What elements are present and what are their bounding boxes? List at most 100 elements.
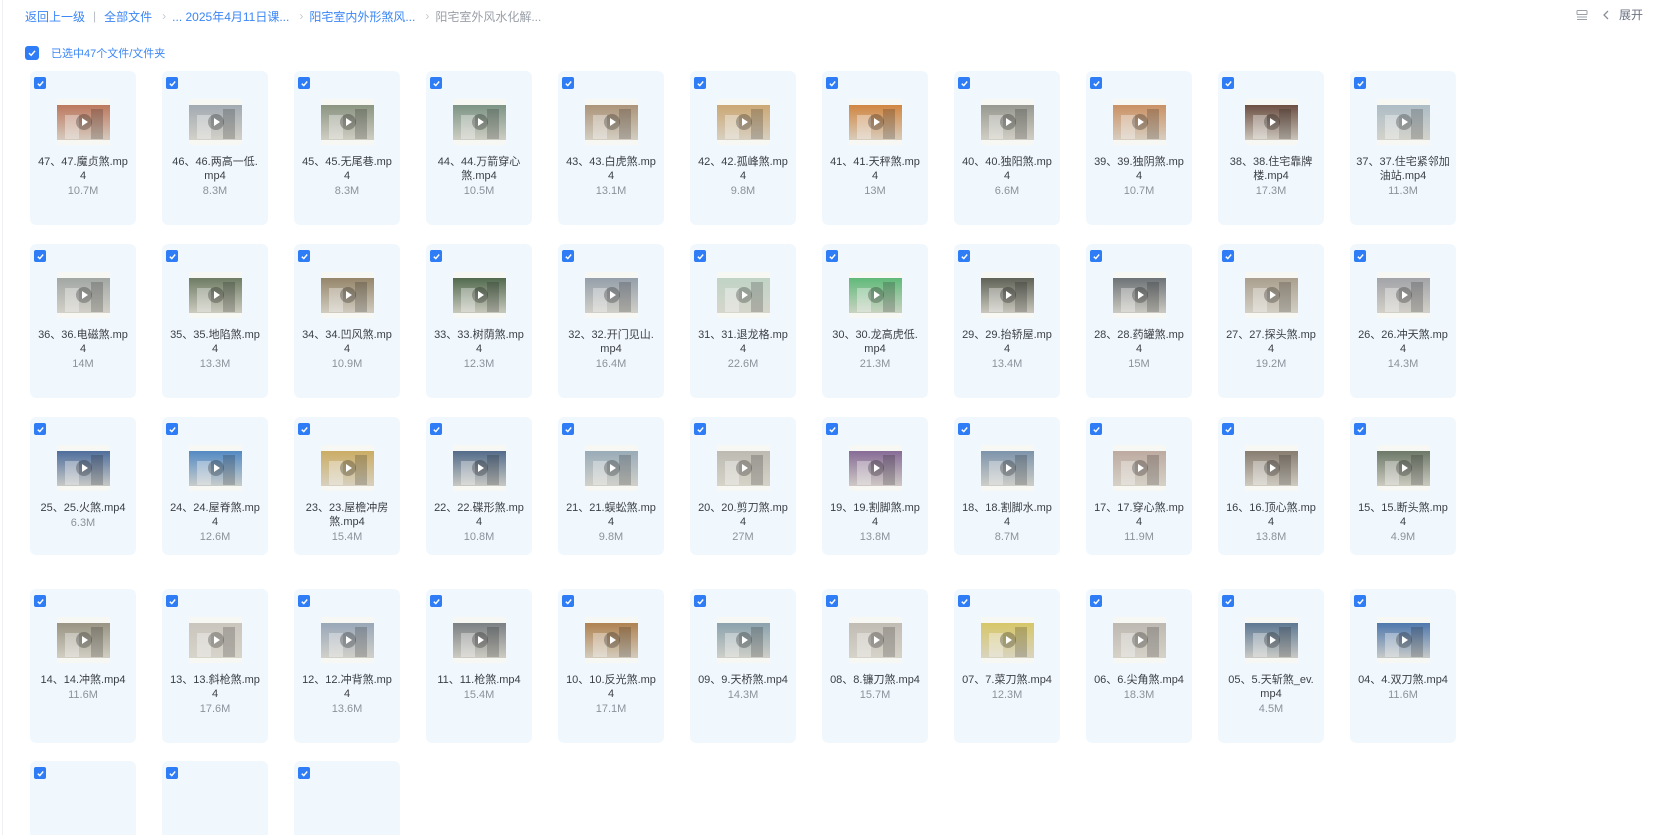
file-checkbox[interactable] <box>958 77 970 89</box>
file-checkbox[interactable] <box>958 595 970 607</box>
file-card[interactable]: 12、12.冲背煞.mp4 13.6M <box>294 589 400 743</box>
file-card[interactable]: 21、21.蜈蚣煞.mp4 9.8M <box>558 417 664 555</box>
file-card[interactable]: 05、5.天斩煞_ev.mp4 4.5M <box>1218 589 1324 743</box>
file-checkbox[interactable] <box>166 423 178 435</box>
file-card[interactable]: 04、4.双刀煞.mp4 11.6M <box>1350 589 1456 743</box>
file-checkbox[interactable] <box>562 595 574 607</box>
file-card[interactable]: 44、44.万箭穿心煞.mp4 10.5M <box>426 71 532 225</box>
file-checkbox[interactable] <box>430 595 442 607</box>
file-checkbox[interactable] <box>826 423 838 435</box>
file-checkbox[interactable] <box>1354 77 1366 89</box>
file-checkbox[interactable] <box>694 423 706 435</box>
file-checkbox[interactable] <box>34 423 46 435</box>
file-card[interactable]: 11、11.枪煞.mp4 15.4M <box>426 589 532 743</box>
file-card[interactable]: 35、35.地陷煞.mp4 13.3M <box>162 244 268 398</box>
breadcrumb-back-link[interactable]: 返回上一级 <box>25 8 85 25</box>
file-checkbox[interactable] <box>166 250 178 262</box>
file-card[interactable]: 32、32.开门见山.mp4 16.4M <box>558 244 664 398</box>
file-checkbox[interactable] <box>694 250 706 262</box>
file-card[interactable]: 18、18.割脚水.mp4 8.7M <box>954 417 1060 555</box>
file-checkbox[interactable] <box>1354 250 1366 262</box>
file-card[interactable] <box>30 761 136 835</box>
file-checkbox[interactable] <box>826 77 838 89</box>
file-card[interactable]: 38、38.住宅靠牌楼.mp4 17.3M <box>1218 71 1324 225</box>
file-checkbox[interactable] <box>1222 250 1234 262</box>
file-card[interactable]: 16、16.顶心煞.mp4 13.8M <box>1218 417 1324 555</box>
file-checkbox[interactable] <box>826 250 838 262</box>
file-card[interactable]: 23、23.屋檐冲房煞.mp4 15.4M <box>294 417 400 555</box>
file-checkbox[interactable] <box>1090 250 1102 262</box>
file-card[interactable]: 07、7.菜刀煞.mp4 12.3M <box>954 589 1060 743</box>
file-checkbox[interactable] <box>166 77 178 89</box>
file-checkbox[interactable] <box>34 250 46 262</box>
file-card[interactable]: 41、41.天秤煞.mp4 13M <box>822 71 928 225</box>
file-checkbox[interactable] <box>694 77 706 89</box>
file-card[interactable] <box>294 761 400 835</box>
file-card[interactable]: 20、20.剪刀煞.mp4 27M <box>690 417 796 555</box>
file-checkbox[interactable] <box>34 595 46 607</box>
file-checkbox[interactable] <box>826 595 838 607</box>
file-card[interactable]: 28、28.药罐煞.mp4 15M <box>1086 244 1192 398</box>
breadcrumb-folder-link[interactable]: ... 2025年4月11日课... <box>172 8 289 25</box>
file-checkbox[interactable] <box>1222 595 1234 607</box>
file-checkbox[interactable] <box>958 250 970 262</box>
file-card[interactable]: 24、24.屋脊煞.mp4 12.6M <box>162 417 268 555</box>
expand-button[interactable]: 展开 <box>1599 6 1643 23</box>
file-card[interactable]: 26、26.冲天煞.mp4 14.3M <box>1350 244 1456 398</box>
file-card[interactable]: 40、40.独阳煞.mp4 6.6M <box>954 71 1060 225</box>
file-checkbox[interactable] <box>298 423 310 435</box>
breadcrumb-all-files-link[interactable]: 全部文件 <box>104 8 152 25</box>
file-checkbox[interactable] <box>430 77 442 89</box>
file-checkbox[interactable] <box>562 423 574 435</box>
breadcrumb-folder-link[interactable]: 阳宅室内外形煞风... <box>309 8 415 25</box>
file-card[interactable]: 30、30.龙高虎低.mp4 21.3M <box>822 244 928 398</box>
file-card[interactable]: 06、6.尖角煞.mp4 18.3M <box>1086 589 1192 743</box>
select-all-checkbox[interactable] <box>25 46 39 60</box>
file-card[interactable]: 31、31.退龙格.mp4 22.6M <box>690 244 796 398</box>
file-card[interactable]: 34、34.凹风煞.mp4 10.9M <box>294 244 400 398</box>
file-checkbox[interactable] <box>298 767 310 779</box>
file-checkbox[interactable] <box>298 250 310 262</box>
file-card[interactable]: 27、27.探头煞.mp4 19.2M <box>1218 244 1324 398</box>
file-card[interactable]: 17、17.穿心煞.mp4 11.9M <box>1086 417 1192 555</box>
file-checkbox[interactable] <box>1090 595 1102 607</box>
file-card[interactable]: 45、45.无尾巷.mp4 8.3M <box>294 71 400 225</box>
file-checkbox[interactable] <box>958 423 970 435</box>
file-checkbox[interactable] <box>1090 423 1102 435</box>
file-checkbox[interactable] <box>298 77 310 89</box>
file-checkbox[interactable] <box>430 250 442 262</box>
file-checkbox[interactable] <box>562 77 574 89</box>
file-card[interactable]: 19、19.割脚煞.mp4 13.8M <box>822 417 928 555</box>
file-checkbox[interactable] <box>694 595 706 607</box>
file-card[interactable]: 43、43.白虎煞.mp4 13.1M <box>558 71 664 225</box>
file-card[interactable]: 37、37.住宅紧邻加油站.mp4 11.3M <box>1350 71 1456 225</box>
file-checkbox[interactable] <box>1090 77 1102 89</box>
file-card[interactable]: 25、25.火煞.mp4 6.3M <box>30 417 136 555</box>
file-card[interactable]: 10、10.反光煞.mp4 17.1M <box>558 589 664 743</box>
file-checkbox[interactable] <box>166 767 178 779</box>
file-checkbox[interactable] <box>166 595 178 607</box>
file-card[interactable]: 15、15.断头煞.mp4 4.9M <box>1350 417 1456 555</box>
file-card[interactable]: 47、47.魔贞煞.mp4 10.7M <box>30 71 136 225</box>
file-card[interactable]: 46、46.两高一低.mp4 8.3M <box>162 71 268 225</box>
file-card[interactable]: 08、8.镰刀煞.mp4 15.7M <box>822 589 928 743</box>
file-checkbox[interactable] <box>562 250 574 262</box>
file-card[interactable]: 22、22.碟形煞.mp4 10.8M <box>426 417 532 555</box>
file-checkbox[interactable] <box>1222 423 1234 435</box>
file-card[interactable] <box>162 761 268 835</box>
view-toggle-icon[interactable] <box>1575 8 1589 22</box>
file-checkbox[interactable] <box>1354 595 1366 607</box>
file-card[interactable]: 36、36.电磁煞.mp4 14M <box>30 244 136 398</box>
file-card[interactable]: 14、14.冲煞.mp4 11.6M <box>30 589 136 743</box>
file-checkbox[interactable] <box>34 767 46 779</box>
file-card[interactable]: 33、33.树荫煞.mp4 12.3M <box>426 244 532 398</box>
file-checkbox[interactable] <box>1222 77 1234 89</box>
file-checkbox[interactable] <box>430 423 442 435</box>
file-card[interactable]: 29、29.抬轿屋.mp4 13.4M <box>954 244 1060 398</box>
file-checkbox[interactable] <box>1354 423 1366 435</box>
file-checkbox[interactable] <box>298 595 310 607</box>
file-card[interactable]: 39、39.独阴煞.mp4 10.7M <box>1086 71 1192 225</box>
file-card[interactable]: 42、42.孤峰煞.mp4 9.8M <box>690 71 796 225</box>
file-checkbox[interactable] <box>34 77 46 89</box>
file-card[interactable]: 09、9.天桥煞.mp4 14.3M <box>690 589 796 743</box>
